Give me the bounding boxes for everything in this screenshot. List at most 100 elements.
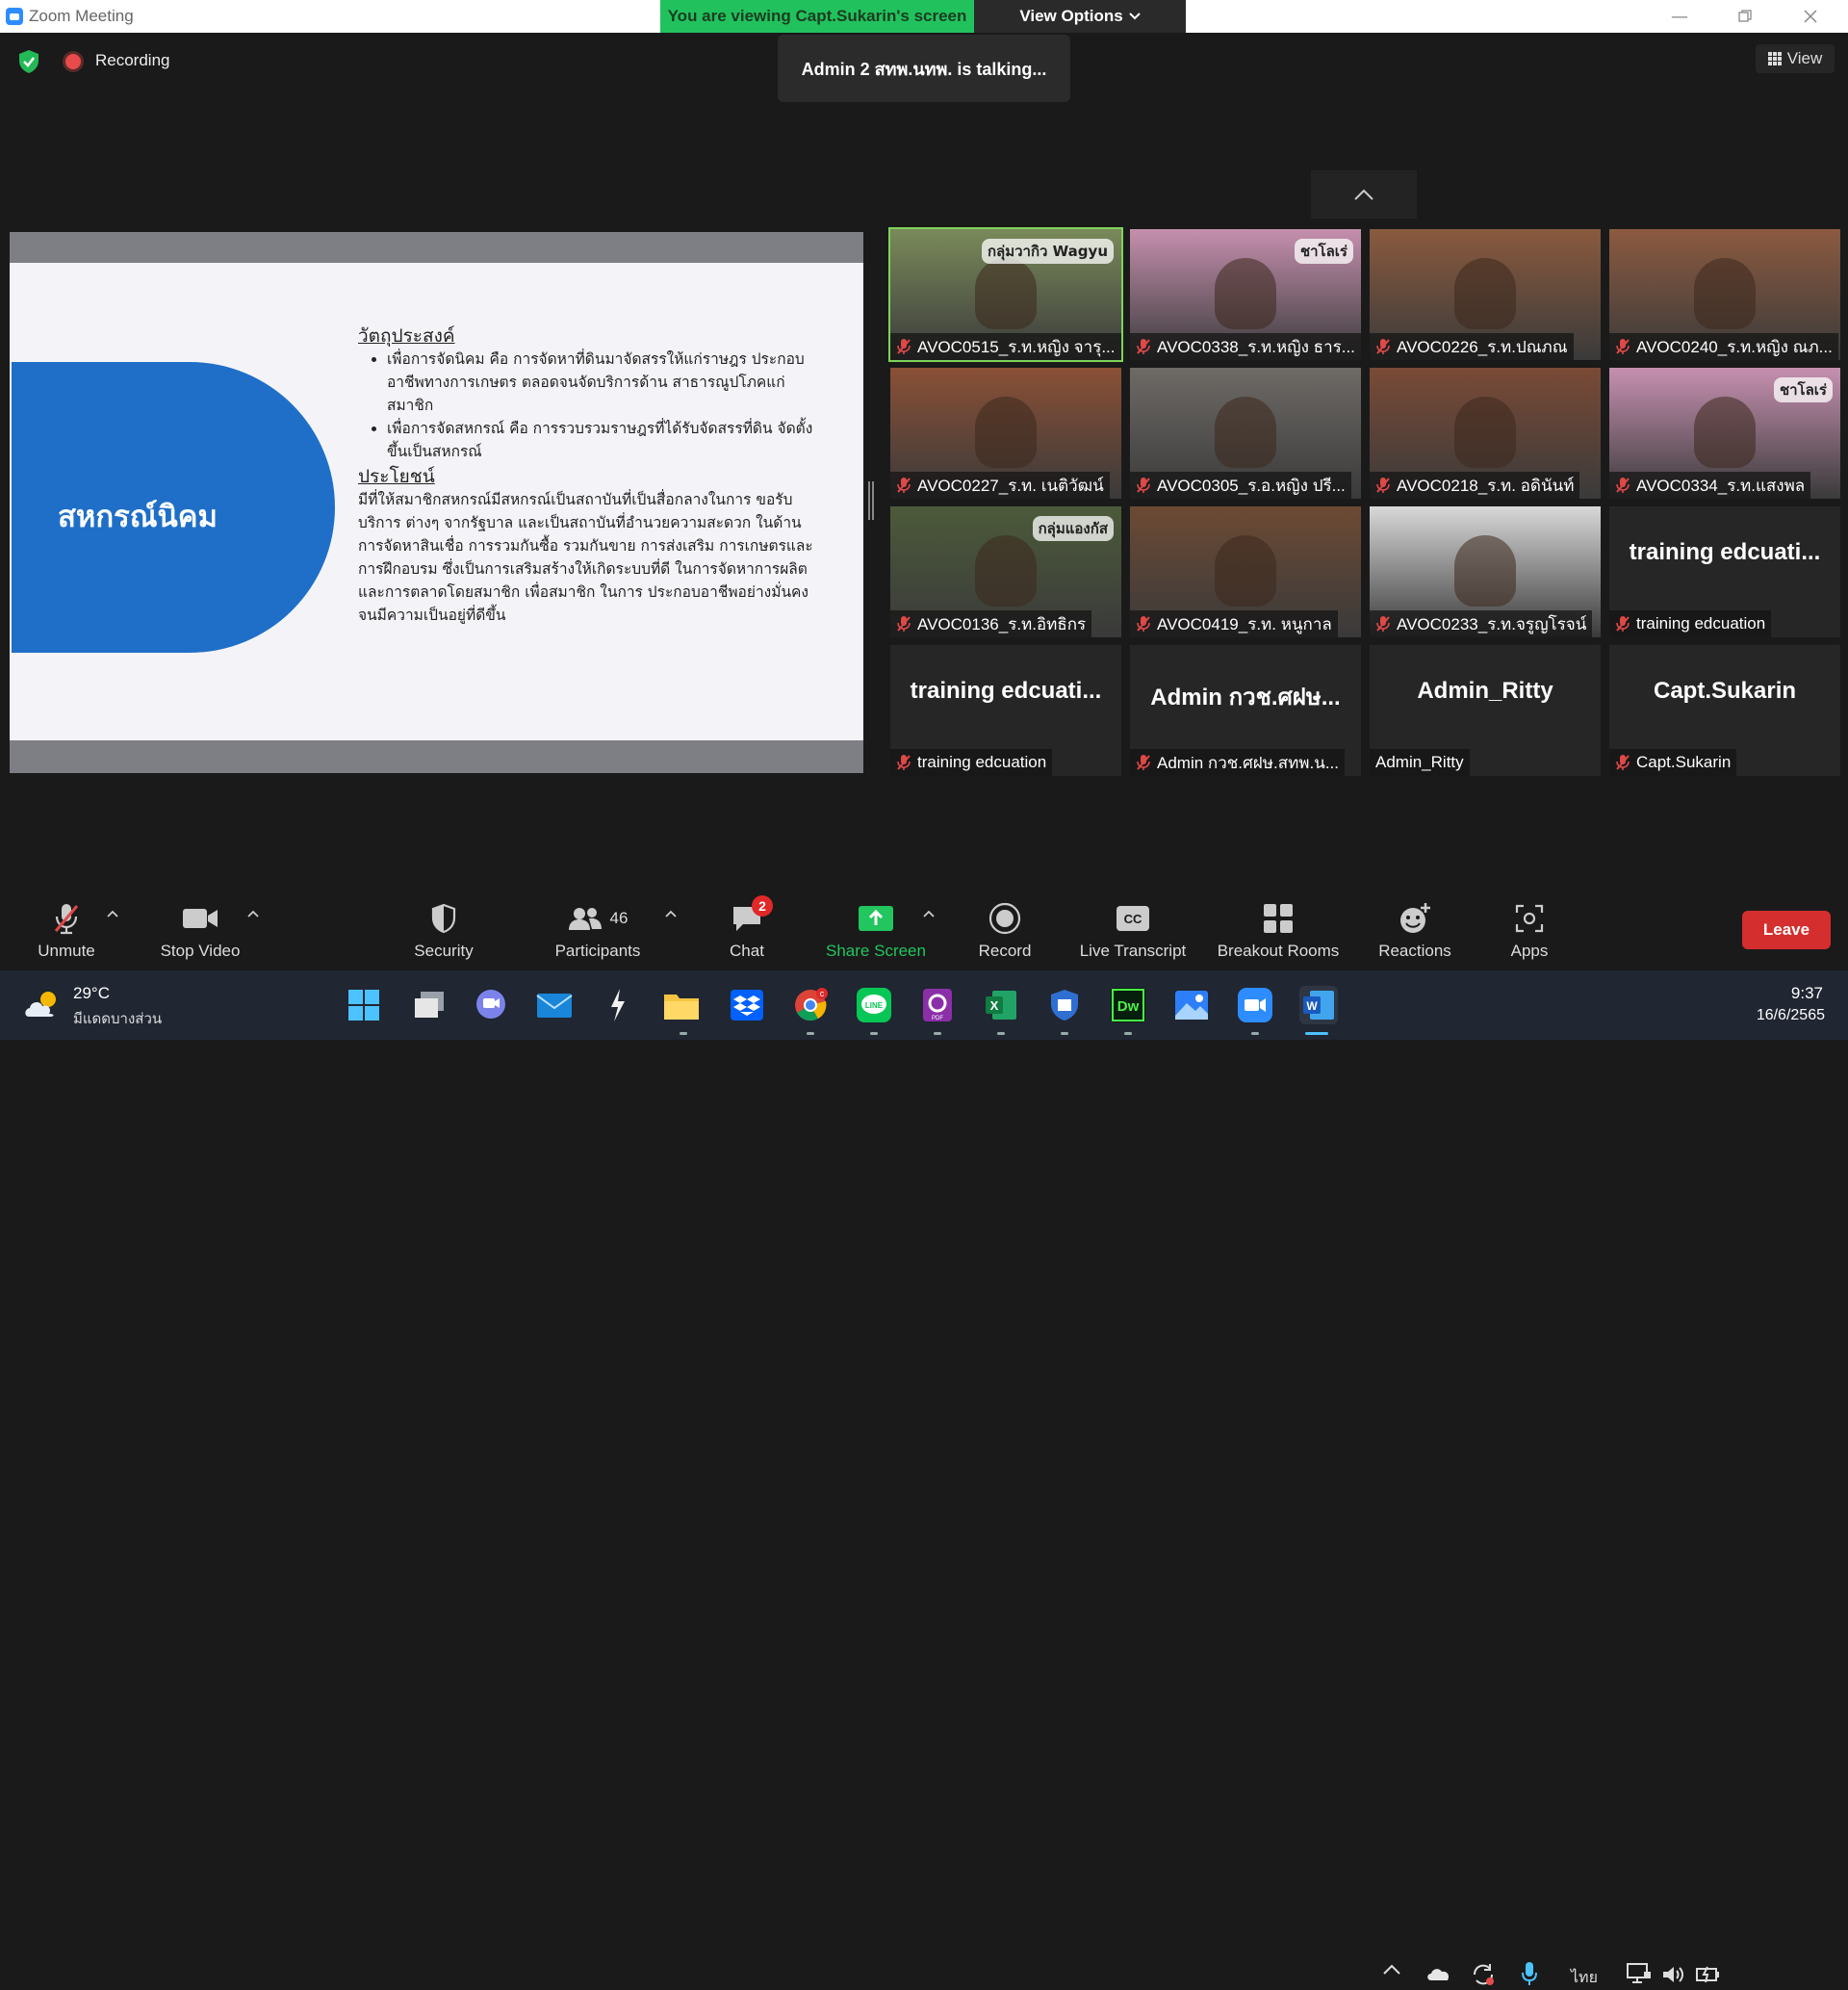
network-icon[interactable]	[1627, 1962, 1652, 1985]
weather-description[interactable]: มีแดดบางส่วน	[73, 1007, 162, 1030]
line-taskbar-icon[interactable]: LINE	[855, 986, 893, 1024]
participant-video-tile[interactable]: กลุ่มแองกัส AVOC0136_ร.ท.อิทธิกร	[890, 506, 1121, 637]
mail-taskbar-icon[interactable]	[535, 986, 574, 1024]
participant-display-name: Admin_Ritty	[1417, 678, 1553, 704]
participant-video-tile[interactable]: AVOC0240_ร.ท.หญิง ณภ...	[1609, 229, 1840, 360]
participant-video-tile[interactable]: training edcuati... training edcuation	[890, 645, 1121, 776]
participant-silhouette	[1694, 258, 1756, 329]
participant-video-tile[interactable]: AVOC0226_ร.ท.ปณภณ	[1370, 229, 1601, 360]
participant-name: AVOC0515_ร.ท.หญิง จารุ...	[917, 337, 1116, 356]
dropbox-taskbar-icon[interactable]	[728, 986, 766, 1024]
hide-thumbnails-button[interactable]	[1311, 170, 1417, 219]
show-hidden-icons-chevron-icon[interactable]	[1382, 1962, 1401, 1976]
participant-video-tile[interactable]: ชาโลเร่ AVOC0338_ร.ท.หญิง ธาร...	[1130, 229, 1361, 360]
share-screen-label: Share Screen	[826, 942, 926, 960]
screen-share-banner: You are viewing Capt.Sukarin's screen	[660, 0, 974, 33]
participant-video-tile[interactable]: กลุ่มวากิว Wagyu AVOC0515_ร.ท.หญิง จารุ..…	[888, 227, 1123, 362]
word-taskbar-icon[interactable]: W	[1299, 986, 1338, 1024]
meeting-controls-toolbar: Unmute Stop Video Security 46 Participan…	[0, 890, 1848, 970]
chat-label: Chat	[730, 942, 764, 960]
start-button[interactable]	[345, 986, 383, 1024]
participants-options-caret[interactable]	[664, 907, 680, 922]
input-language-indicator[interactable]: ไทย	[1571, 1966, 1598, 1990]
windows-taskbar: c LINE PDF X Dw W ไทย	[0, 970, 1848, 1986]
participant-video-tile[interactable]: Admin_Ritty Admin_Ritty	[1370, 645, 1601, 776]
participant-video-tile[interactable]: AVOC0227_ร.ท. เนติวัฒน์	[890, 368, 1121, 499]
leave-meeting-button[interactable]: Leave	[1742, 911, 1831, 949]
view-options-button[interactable]: View Options	[974, 0, 1186, 33]
pdf-app-taskbar-icon[interactable]: PDF	[918, 986, 957, 1024]
dreamweaver-taskbar-icon[interactable]: Dw	[1109, 986, 1147, 1024]
participants-label: Participants	[554, 942, 641, 960]
weather-partly-sunny-icon[interactable]	[23, 988, 64, 1021]
weather-temperature[interactable]: 29°C	[73, 984, 110, 1003]
participant-silhouette	[975, 397, 1037, 468]
restore-button[interactable]	[1717, 0, 1773, 33]
participant-video-tile[interactable]: ชาโลเร่ AVOC0334_ร.ท.แสงพล	[1609, 368, 1840, 499]
zoom-taskbar-icon[interactable]	[1236, 986, 1274, 1024]
word-letter: W	[1306, 999, 1318, 1013]
chevron-up-icon	[247, 910, 259, 917]
participant-display-name: Admin กวช.ศฝษ...	[1150, 685, 1341, 711]
participant-video-tile[interactable]: AVOC0218_ร.ท. อดินันท์	[1370, 368, 1601, 499]
slide-heading-objectives: วัตถุประสงค์	[358, 325, 455, 347]
chrome-profile-badge: c	[820, 989, 825, 998]
taskbar-running-indicator	[1061, 1032, 1068, 1035]
participant-video-tile[interactable]: AVOC0419_ร.ท. หนูกาล	[1130, 506, 1361, 637]
onedrive-cloud-icon[interactable]	[1426, 1966, 1451, 1981]
participant-name-tag: Admin กวช.ศฝษ.สทพ.น...	[1130, 749, 1345, 776]
chrome-taskbar-icon[interactable]: c	[791, 986, 830, 1024]
audio-options-caret[interactable]	[106, 907, 121, 922]
participant-video-tile[interactable]: AVOC0233_ร.ท.จรูญโรจน์	[1370, 506, 1601, 637]
clock-date[interactable]: 16/6/2565	[1738, 1007, 1825, 1024]
excel-letter: X	[990, 998, 999, 1013]
breakout-rooms-button[interactable]: Breakout Rooms	[1211, 899, 1346, 970]
participant-display-name: Capt.Sukarin	[1653, 678, 1797, 704]
participant-video-tile[interactable]: Admin กวช.ศฝษ... Admin กวช.ศฝษ.สทพ.น...	[1130, 645, 1361, 776]
participant-name: Admin กวช.ศฝษ.สทพ.น...	[1157, 753, 1339, 772]
share-options-caret[interactable]	[922, 907, 937, 922]
quick-app-taskbar-icon[interactable]	[599, 986, 637, 1024]
window-title: Zoom Meeting	[29, 7, 134, 25]
participant-name: AVOC0338_ร.ท.หญิง ธาร...	[1157, 337, 1355, 356]
video-options-caret[interactable]	[246, 907, 262, 922]
minimize-button[interactable]: —	[1652, 0, 1707, 33]
share-screen-button[interactable]: Share Screen	[820, 899, 932, 970]
unmute-button[interactable]: Unmute	[23, 899, 110, 970]
microphone-in-use-icon[interactable]	[1521, 1960, 1538, 1987]
battery-charging-icon[interactable]	[1696, 1964, 1721, 1985]
live-transcript-button[interactable]: CC Live Transcript	[1070, 899, 1195, 970]
chat-button[interactable]: 2 Chat	[708, 895, 785, 970]
participant-video-tile[interactable]: training edcuati... training edcuation	[1609, 506, 1840, 637]
security-app-taskbar-icon[interactable]	[1045, 986, 1084, 1024]
sync-icon[interactable]	[1471, 1962, 1496, 1987]
encryption-shield-icon[interactable]	[17, 49, 40, 74]
security-button[interactable]: Security	[400, 899, 487, 970]
slide-title: สหกรณ์นิคม	[58, 500, 218, 534]
split-view-resize-handle[interactable]	[868, 481, 874, 520]
file-explorer-taskbar-icon[interactable]	[662, 986, 701, 1024]
close-window-button[interactable]	[1783, 0, 1838, 33]
participants-count: 46	[609, 909, 629, 927]
participant-video-tile[interactable]: Capt.Sukarin Capt.Sukarin	[1609, 645, 1840, 776]
teams-chat-taskbar-icon[interactable]	[472, 986, 510, 1024]
shield-icon	[431, 903, 456, 934]
excel-taskbar-icon[interactable]: X	[982, 986, 1020, 1024]
shared-screen-area[interactable]: สหกรณ์นิคม วัตถุประสงค์ เพื่อการจัดนิคม …	[10, 232, 863, 773]
recording-label: Recording	[95, 51, 170, 69]
microphone-muted-icon	[1137, 616, 1150, 632]
apps-icon	[1515, 904, 1544, 933]
task-view-icon	[415, 992, 444, 1018]
stop-video-button[interactable]: Stop Video	[152, 899, 248, 970]
participant-video-tile[interactable]: AVOC0305_ร.อ.หญิง ปรี...	[1130, 368, 1361, 499]
photos-taskbar-icon[interactable]	[1172, 986, 1211, 1024]
apps-button[interactable]: Apps	[1496, 899, 1563, 970]
clock-time[interactable]: 9:37	[1777, 984, 1823, 1003]
view-layout-button[interactable]: View	[1756, 44, 1835, 73]
unmute-label: Unmute	[38, 942, 95, 960]
task-view-button[interactable]	[410, 986, 449, 1024]
volume-icon[interactable]	[1661, 1964, 1684, 1985]
record-button[interactable]: Record	[968, 899, 1041, 970]
reactions-button[interactable]: Reactions	[1367, 899, 1463, 970]
participants-button[interactable]: 46 Participants	[545, 899, 651, 970]
